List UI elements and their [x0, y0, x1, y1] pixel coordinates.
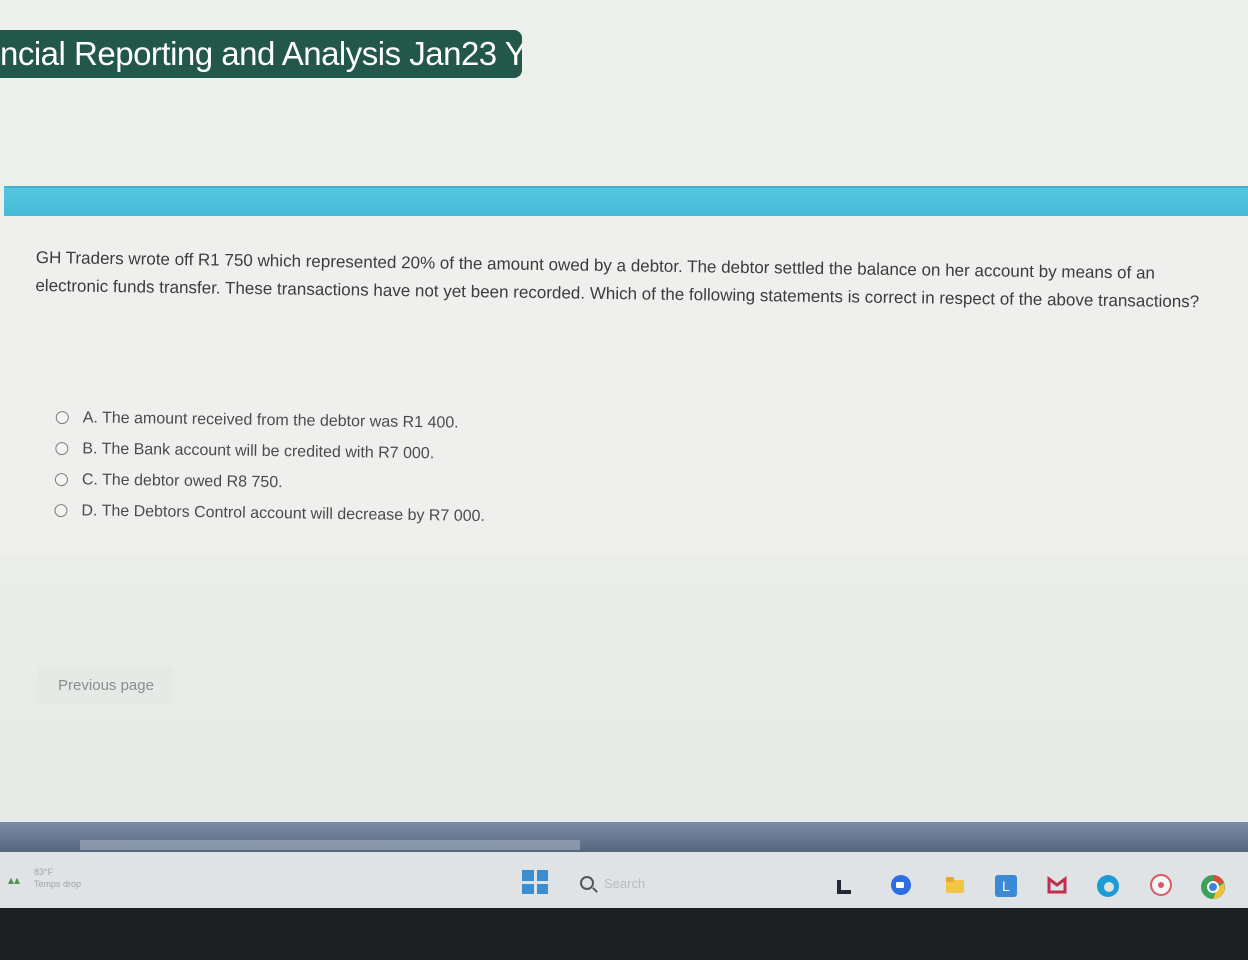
- page-footer-band: [0, 822, 1248, 852]
- weather-desc: Temps drop: [34, 879, 82, 889]
- store-icon[interactable]: L: [994, 874, 1017, 897]
- footer-highlight: [80, 840, 580, 850]
- option-label: C. The debtor owed R8 750.: [81, 470, 283, 491]
- photos-icon[interactable]: [1150, 874, 1172, 896]
- windows-taskbar: ▴▴ 83°F Temps drop Search L: [0, 852, 1248, 908]
- answer-options: A. The amount received from the debtor w…: [54, 402, 656, 534]
- course-title: ncial Reporting and Analysis Jan23 Y1 S2: [0, 35, 522, 72]
- quiz-header-band: [4, 186, 1248, 216]
- weather-icon: ▴▴: [8, 873, 21, 887]
- zoom-icon[interactable]: [890, 874, 912, 896]
- radio-button-b[interactable]: [55, 441, 69, 456]
- weather-widget[interactable]: ▴▴ 83°F Temps drop: [8, 860, 81, 896]
- weather-text: 83°F Temps drop: [34, 866, 81, 890]
- weather-temp: 83°F: [34, 867, 54, 877]
- file-explorer-icon[interactable]: [836, 874, 854, 896]
- option-label: D. The Debtors Control account will decr…: [81, 501, 486, 525]
- monitor-bezel: [0, 908, 1248, 960]
- windows-start-icon[interactable]: [522, 870, 548, 894]
- folder-icon[interactable]: [944, 874, 966, 896]
- search-label: Search: [604, 875, 646, 891]
- search-icon: [580, 876, 594, 890]
- option-label: A. The amount received from the debtor w…: [82, 408, 459, 432]
- radio-button-a[interactable]: [55, 410, 69, 425]
- radio-button-c[interactable]: [54, 472, 69, 487]
- svg-text:L: L: [1002, 878, 1010, 894]
- mail-icon[interactable]: [1046, 874, 1068, 896]
- course-title-banner: ncial Reporting and Analysis Jan23 Y1 S2: [0, 30, 522, 78]
- taskbar-search[interactable]: Search: [574, 870, 714, 896]
- radio-button-d[interactable]: [54, 503, 68, 518]
- browser-viewport: ncial Reporting and Analysis Jan23 Y1 S2…: [0, 0, 1248, 905]
- option-label: B. The Bank account will be credited wit…: [82, 439, 435, 462]
- chrome-icon[interactable]: [1200, 874, 1225, 899]
- previous-page-button[interactable]: Previous page: [38, 666, 174, 704]
- edge-icon[interactable]: [1096, 874, 1119, 897]
